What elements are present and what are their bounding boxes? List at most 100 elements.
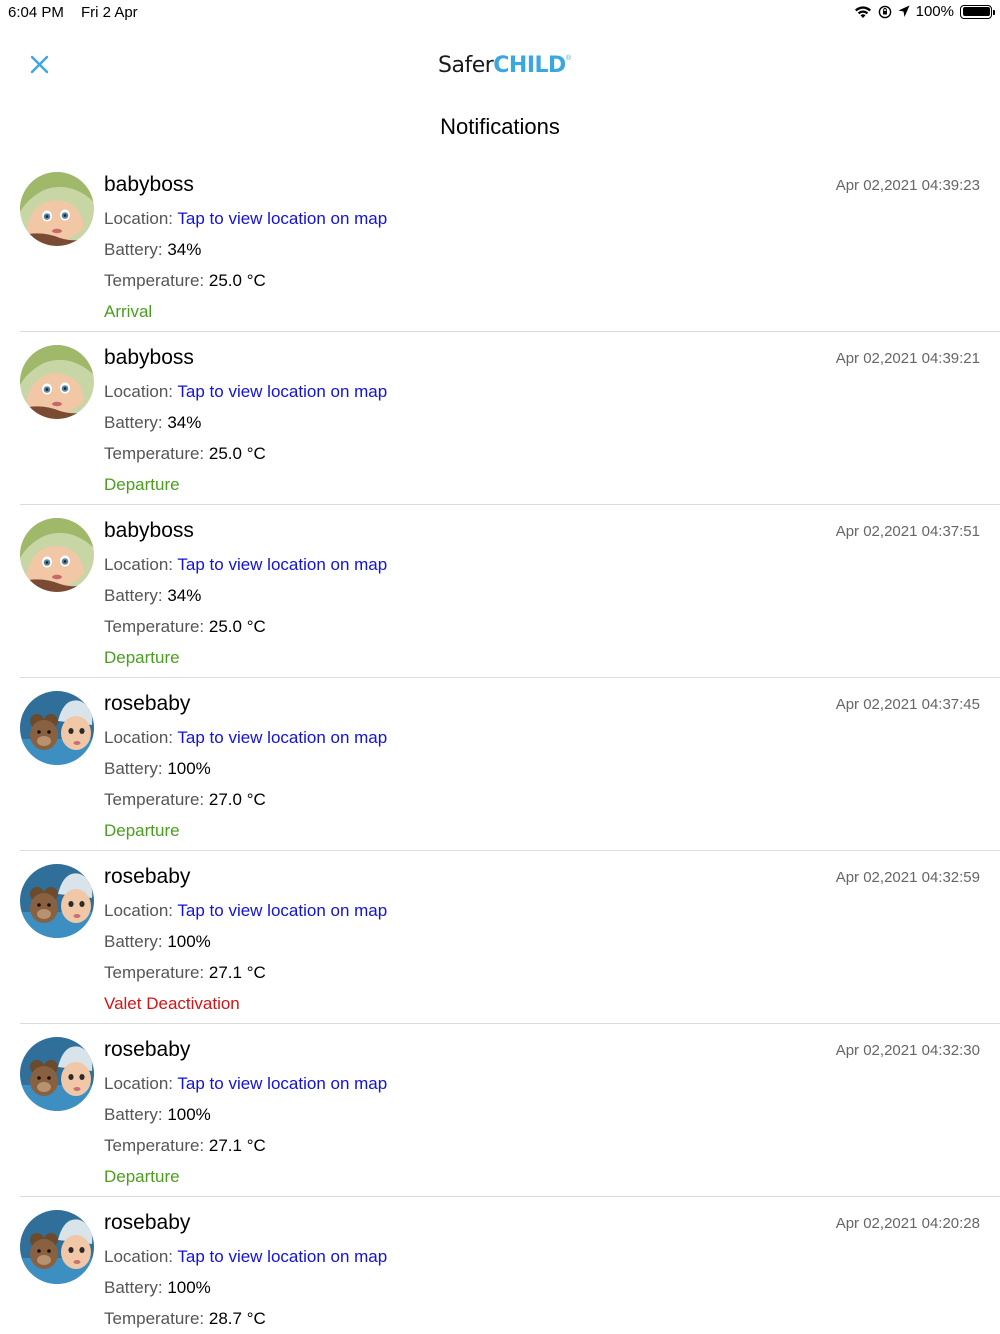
notification-item[interactable]: rosebaby Apr 02,2021 04:20:28 Location: Ta… [0,1197,1000,1334]
view-location-link[interactable]: Tap to view location on map [177,1074,387,1093]
temperature-row: Temperature: 28.7 °C [104,1309,266,1329]
wifi-icon [854,5,872,19]
battery-value: 100% [167,1105,211,1124]
location-label: Location: [104,382,178,401]
notification-timestamp: Apr 02,2021 04:39:21 [835,350,980,367]
battery-label: Battery: [104,759,168,778]
logo-child-text: CHILD [493,52,566,78]
battery-label: Battery: [104,586,168,605]
battery-label: Battery: [104,932,168,951]
battery-value: 34% [167,413,202,432]
view-location-link[interactable]: Tap to view location on map [177,382,387,401]
temperature-label: Temperature: [104,790,209,809]
temperature-value: 27.0 °C [208,790,266,809]
battery-row: Battery: 34% [104,413,201,433]
notification-timestamp: Apr 02,2021 04:37:51 [835,523,980,540]
location-label: Location: [104,1247,178,1266]
temperature-value: 25.0 °C [208,617,266,636]
view-location-link[interactable]: Tap to view location on map [177,1247,387,1266]
temperature-row: Temperature: 27.1 °C [104,1136,266,1156]
temperature-value: 27.1 °C [208,1136,266,1155]
event-type: Arrival [104,302,153,321]
location-label: Location: [104,1074,178,1093]
location-label: Location: [104,728,178,747]
temperature-label: Temperature: [104,444,209,463]
temperature-row: Temperature: 25.0 °C [104,617,266,637]
avatar [20,1037,94,1111]
notification-timestamp: Apr 02,2021 04:20:28 [835,1215,980,1232]
battery-label: Battery: [104,1278,168,1297]
temperature-label: Temperature: [104,271,209,290]
child-name: babyboss [104,519,194,542]
battery-label: Battery: [104,240,168,259]
avatar [20,1210,94,1284]
battery-label: Battery: [104,413,168,432]
location-row: Location: Tap to view location on map [104,382,387,402]
temperature-label: Temperature: [104,617,209,636]
view-location-link[interactable]: Tap to view location on map [177,209,387,228]
battery-icon [960,4,995,19]
temperature-value: 28.7 °C [208,1309,266,1328]
battery-row: Battery: 34% [104,240,201,260]
notification-list: babyboss Apr 02,2021 04:39:23 Location: Ta… [0,159,1000,1334]
temperature-value: 25.0 °C [208,271,266,290]
notification-timestamp: Apr 02,2021 04:37:45 [835,696,980,713]
battery-row: Battery: 100% [104,1105,211,1125]
avatar [20,518,94,592]
notification-item[interactable]: rosebaby Apr 02,2021 04:37:45 Location: Ta… [0,678,1000,851]
battery-percent: 100% [915,3,954,20]
child-name: rosebaby [104,1211,191,1234]
status-indicators: 100% [854,3,995,20]
notification-timestamp: Apr 02,2021 04:39:23 [835,177,980,194]
notification-item[interactable]: rosebaby Apr 02,2021 04:32:30 Location: Ta… [0,1024,1000,1197]
avatar [20,172,94,246]
battery-label: Battery: [104,1105,168,1124]
child-name: rosebaby [104,692,191,715]
child-name: babyboss [104,346,194,369]
notification-timestamp: Apr 02,2021 04:32:30 [835,1042,980,1059]
event-type: Departure [104,648,180,667]
battery-row: Battery: 100% [104,1278,211,1298]
logo-safer-text: Safer [438,52,494,78]
event-type: Departure [104,475,180,494]
location-row: Location: Tap to view location on map [104,728,387,748]
temperature-row: Temperature: 27.1 °C [104,963,266,983]
temperature-label: Temperature: [104,963,209,982]
close-button[interactable] [26,50,54,78]
location-row: Location: Tap to view location on map [104,901,387,921]
view-location-link[interactable]: Tap to view location on map [177,555,387,574]
notification-item[interactable]: babyboss Apr 02,2021 04:39:23 Location: Ta… [0,159,1000,332]
location-label: Location: [104,555,178,574]
location-row: Location: Tap to view location on map [104,555,387,575]
battery-value: 100% [167,1278,211,1297]
child-name: rosebaby [104,865,191,888]
location-row: Location: Tap to view location on map [104,209,387,229]
battery-row: Battery: 100% [104,759,211,779]
temperature-label: Temperature: [104,1309,209,1328]
temperature-row: Temperature: 27.0 °C [104,790,266,810]
app-logo: Safer CHILD ® [438,52,571,78]
battery-value: 100% [167,759,211,778]
close-icon [30,55,49,74]
location-row: Location: Tap to view location on map [104,1247,387,1267]
battery-row: Battery: 34% [104,586,201,606]
event-type: Departure [104,821,180,840]
notification-item[interactable]: babyboss Apr 02,2021 04:39:21 Location: Ta… [0,332,1000,505]
battery-value: 100% [167,932,211,951]
notification-item[interactable]: rosebaby Apr 02,2021 04:32:59 Location: Ta… [0,851,1000,1024]
temperature-value: 27.1 °C [208,963,266,982]
view-location-link[interactable]: Tap to view location on map [177,728,387,747]
avatar [20,345,94,419]
notification-timestamp: Apr 02,2021 04:32:59 [835,869,980,886]
child-name: babyboss [104,173,194,196]
view-location-link[interactable]: Tap to view location on map [177,901,387,920]
battery-row: Battery: 100% [104,932,211,952]
temperature-value: 25.0 °C [208,444,266,463]
notification-item[interactable]: babyboss Apr 02,2021 04:37:51 Location: Ta… [0,505,1000,678]
event-type: Departure [104,1167,180,1186]
avatar [20,691,94,765]
temperature-label: Temperature: [104,1136,209,1155]
location-row: Location: Tap to view location on map [104,1074,387,1094]
status-time: 6:04 PM [8,4,64,21]
event-type: Valet Deactivation [104,994,240,1013]
